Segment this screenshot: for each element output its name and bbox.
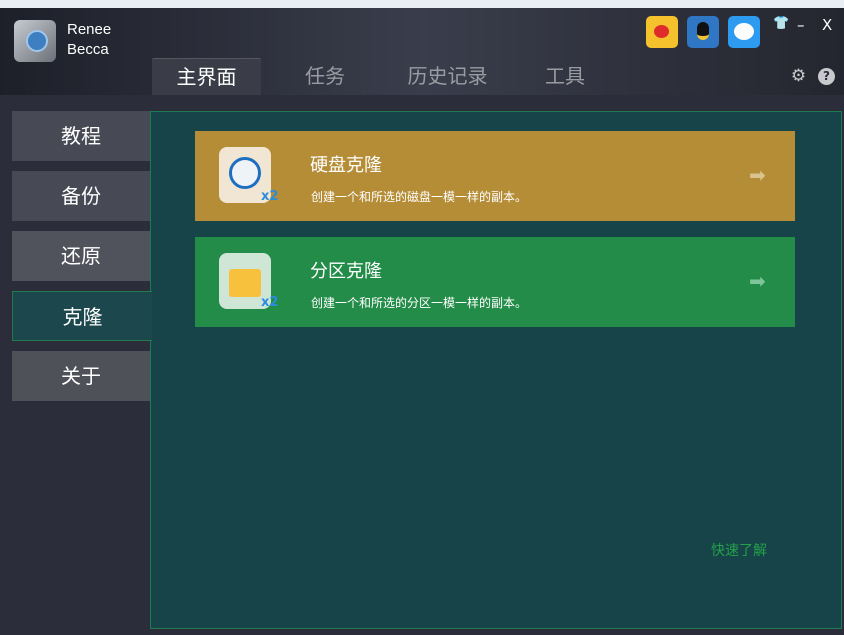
sidebar-item-clone[interactable]: 克隆 bbox=[12, 291, 152, 341]
card-title: 硬盘克隆 bbox=[310, 155, 382, 176]
main-panel: x2 硬盘克隆 创建一个和所选的磁盘一模一样的副本。 ➡ x2 分区克隆 创建一… bbox=[150, 111, 842, 629]
brand-line1: Renee bbox=[67, 21, 112, 38]
sidebar-item-about[interactable]: 关于 bbox=[12, 351, 150, 401]
tab-tasks[interactable]: 任务 bbox=[280, 58, 370, 95]
arrow-right-icon[interactable]: ➡ bbox=[749, 269, 766, 293]
sidebar-item-restore[interactable]: 还原 bbox=[12, 231, 150, 281]
minimize-button[interactable]: – bbox=[797, 16, 805, 34]
header: Renee Becca 👕 – X 主界面 任务 历史记录 工具 ⚙ ? bbox=[0, 8, 844, 95]
tab-home[interactable]: 主界面 bbox=[152, 58, 261, 95]
chat-icon[interactable] bbox=[728, 16, 760, 48]
close-button[interactable]: X bbox=[822, 16, 832, 34]
card-description: 创建一个和所选的磁盘一模一样的副本。 bbox=[311, 190, 528, 204]
partition-clone-card[interactable]: x2 分区克隆 创建一个和所选的分区一模一样的副本。 ➡ bbox=[195, 237, 795, 327]
x2-badge: x2 bbox=[261, 189, 279, 204]
disk-clone-card[interactable]: x2 硬盘克隆 创建一个和所选的磁盘一模一样的副本。 ➡ bbox=[195, 131, 795, 221]
weibo-icon[interactable] bbox=[646, 16, 678, 48]
sidebar-item-tutorial[interactable]: 教程 bbox=[12, 111, 150, 161]
brand-line2: Becca bbox=[67, 41, 109, 58]
tab-history[interactable]: 历史记录 bbox=[395, 58, 500, 95]
arrow-right-icon[interactable]: ➡ bbox=[749, 163, 766, 187]
desktop-strip bbox=[0, 0, 844, 8]
quick-guide-link[interactable]: 快速了解 bbox=[711, 540, 767, 560]
card-description: 创建一个和所选的分区一模一样的副本。 bbox=[311, 296, 528, 310]
x2-badge: x2 bbox=[261, 295, 279, 310]
skin-shirt-icon[interactable]: 👕 bbox=[773, 16, 789, 31]
sidebar-item-backup[interactable]: 备份 bbox=[12, 171, 150, 221]
gear-icon[interactable]: ⚙ bbox=[790, 68, 807, 85]
card-title: 分区克隆 bbox=[310, 261, 382, 282]
tab-tools[interactable]: 工具 bbox=[530, 58, 600, 95]
qq-icon[interactable] bbox=[687, 16, 719, 48]
help-icon[interactable]: ? bbox=[818, 68, 835, 85]
brand: Renee Becca bbox=[67, 20, 111, 60]
app-logo-icon bbox=[14, 20, 56, 62]
